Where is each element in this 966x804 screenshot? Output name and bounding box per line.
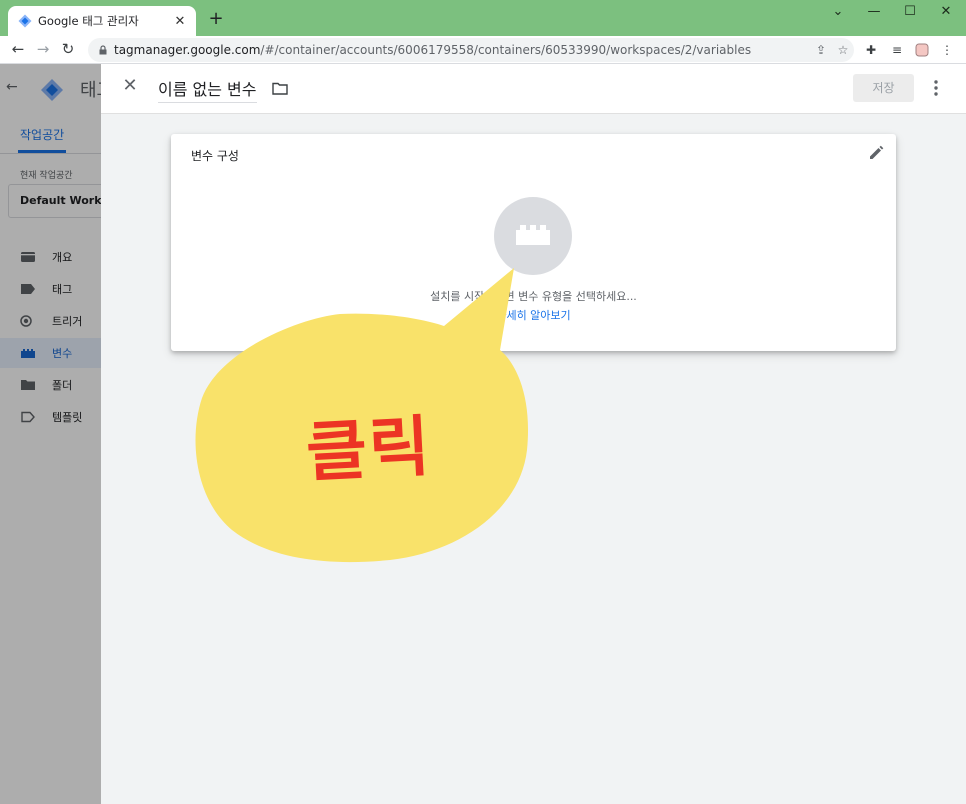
learn-more-link[interactable]: 자세히 알아보기 bbox=[171, 307, 896, 323]
reading-list-icon[interactable]: ≡ bbox=[888, 41, 906, 59]
back-icon[interactable]: ← bbox=[8, 39, 28, 59]
gtm-app: ← 태그 작업공간 현재 작업공간 Default Workspace 개요 태… bbox=[0, 64, 966, 804]
address-bar[interactable]: tagmanager.google.com/#/container/accoun… bbox=[88, 38, 854, 62]
tab-close-icon[interactable]: ✕ bbox=[172, 14, 188, 29]
minimize-icon[interactable]: — bbox=[864, 4, 884, 19]
maximize-icon[interactable]: ☐ bbox=[900, 4, 920, 19]
gtm-favicon-icon bbox=[18, 14, 32, 28]
browser-toolbar: ← → ↻ tagmanager.google.com/#/container/… bbox=[0, 36, 966, 64]
variable-editor-panel: ✕ 이름 없는 변수 저장 변수 구성 설치를 시작하려면 변수 유형을 선택하… bbox=[101, 64, 966, 804]
reload-icon[interactable]: ↻ bbox=[58, 39, 78, 59]
modal-scrim[interactable] bbox=[0, 64, 101, 804]
window-close-icon[interactable]: ✕ bbox=[936, 4, 956, 19]
bookmark-star-icon[interactable]: ☆ bbox=[832, 43, 854, 57]
annotation-text: 클릭 bbox=[304, 407, 434, 492]
chevron-down-icon[interactable]: ⌄ bbox=[828, 4, 848, 19]
helper-text: 설치를 시작하려면 변수 유형을 선택하세요... bbox=[430, 290, 637, 303]
profile-avatar-icon[interactable] bbox=[913, 41, 931, 59]
browser-titlebar: Google 태그 관리자 ✕ + ⌄ — ☐ ✕ bbox=[0, 0, 966, 36]
more-vert-icon[interactable] bbox=[929, 78, 943, 98]
share-icon[interactable]: ⇪ bbox=[810, 43, 832, 57]
lock-icon bbox=[99, 45, 107, 55]
forward-icon[interactable]: → bbox=[33, 39, 53, 59]
save-button[interactable]: 저장 bbox=[853, 74, 914, 102]
browser-menu-icon[interactable]: ⋮ bbox=[938, 41, 956, 59]
folder-icon[interactable] bbox=[272, 82, 288, 95]
brick-icon bbox=[516, 225, 550, 245]
variable-type-selector[interactable] bbox=[494, 197, 572, 275]
variable-name-input[interactable]: 이름 없는 변수 bbox=[158, 76, 257, 103]
close-icon[interactable]: ✕ bbox=[121, 77, 139, 95]
variable-configuration-card[interactable]: 변수 구성 설치를 시작하려면 변수 유형을 선택하세요... 자세히 알아보기 bbox=[171, 134, 896, 351]
pencil-edit-icon[interactable] bbox=[867, 144, 885, 162]
tab-title: Google 태그 관리자 bbox=[38, 14, 139, 28]
url-text: tagmanager.google.com/#/container/accoun… bbox=[114, 43, 752, 57]
new-tab-icon[interactable]: + bbox=[206, 8, 226, 29]
editor-header: ✕ 이름 없는 변수 저장 bbox=[101, 64, 966, 114]
extensions-icon[interactable]: ✚ bbox=[862, 41, 880, 59]
browser-tab[interactable]: Google 태그 관리자 ✕ bbox=[8, 6, 196, 36]
card-title: 변수 구성 bbox=[191, 149, 239, 163]
